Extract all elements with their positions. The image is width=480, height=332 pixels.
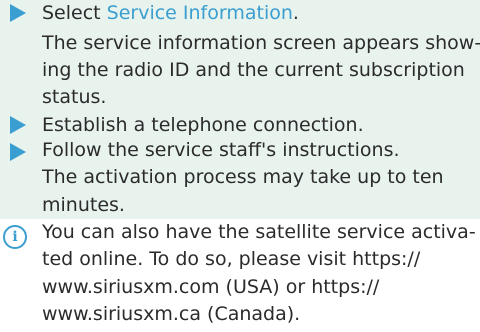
step-1-result-line-1: The service information screen appears s… bbox=[42, 32, 480, 54]
info-line-3: www.siriusxm.com (USA) or https:// bbox=[42, 276, 380, 298]
step-1-result-line-3: status. bbox=[42, 86, 107, 108]
instruction-steps: Select Service Information. The service … bbox=[0, 0, 480, 219]
step-3-line-2: The activation process may take up to te… bbox=[42, 166, 444, 188]
step-1-result-line-2: ing the radio ID and the current subscri… bbox=[42, 59, 465, 81]
step-3-line-3: minutes. bbox=[42, 194, 125, 216]
arrow-right-icon bbox=[10, 116, 26, 134]
step-2-line-1: Establish a telephone connection. bbox=[42, 114, 364, 136]
step-1-text: Select bbox=[42, 2, 107, 24]
step-1-punctuation: . bbox=[292, 2, 299, 24]
service-information-link[interactable]: Service Information bbox=[107, 2, 293, 24]
info-line-2: ted online. To do so, please visit https… bbox=[42, 248, 421, 270]
info-note: i You can also have the satellite servic… bbox=[0, 219, 480, 332]
step-3-line-1: Follow the service staff's instructions. bbox=[42, 139, 400, 161]
info-line-1: You can also have the satellite service … bbox=[42, 221, 476, 243]
step-1-line-1: Select Service Information. bbox=[42, 0, 299, 26]
arrow-right-icon bbox=[10, 143, 26, 161]
info-line-4: www.siriusxm.ca (Canada). bbox=[42, 303, 301, 325]
info-icon: i bbox=[3, 225, 27, 249]
arrow-right-icon bbox=[10, 4, 26, 22]
